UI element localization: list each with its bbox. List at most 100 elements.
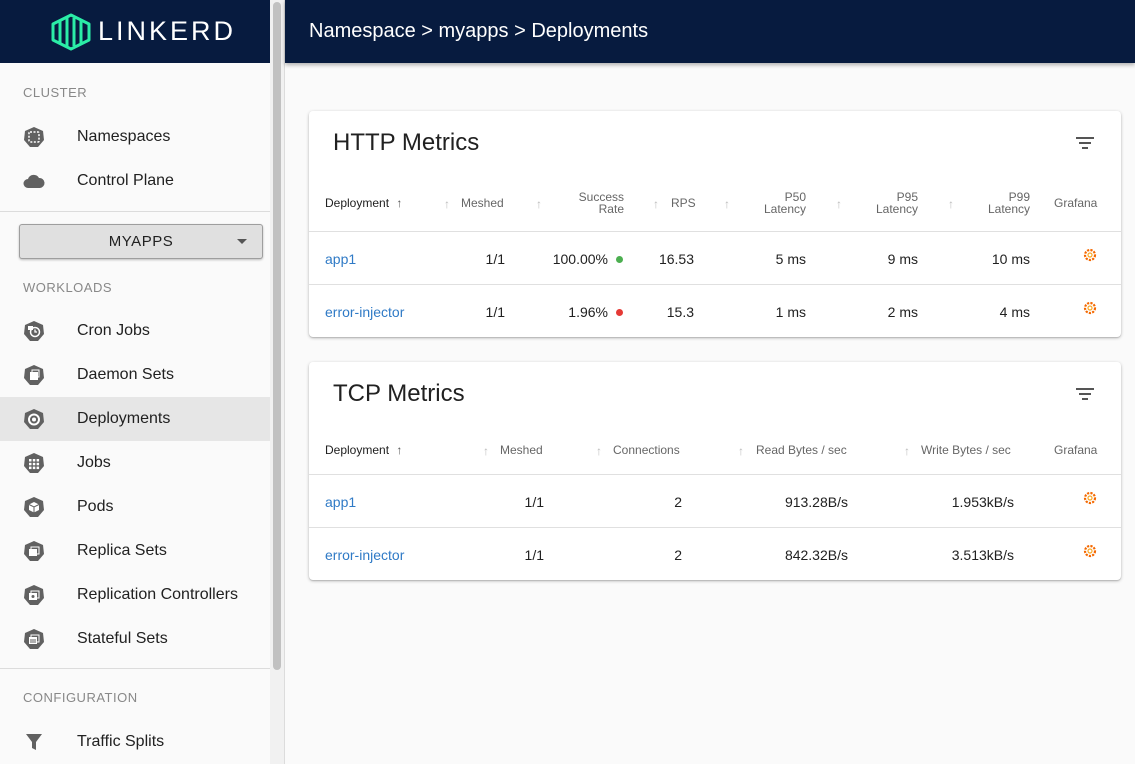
success-rate-cell: 1.96% — [519, 304, 623, 320]
sidebar-item-label: Replica Sets — [77, 542, 167, 559]
sidebar-item-label: Jobs — [77, 454, 111, 471]
status-dot-icon — [616, 255, 623, 263]
sidebar-scrollbar[interactable] — [270, 0, 285, 764]
cron-jobs-icon — [23, 320, 45, 342]
column-header-grafana: Grafana — [1054, 196, 1098, 210]
http-metrics-title: HTTP Metrics — [333, 129, 480, 156]
breadcrumb-deployments: Deployments — [531, 20, 649, 42]
rps-value: 15.3 — [666, 304, 694, 320]
sidebar-item-control-plane[interactable]: Control Plane — [0, 159, 270, 203]
breadcrumb-namespace[interactable]: Namespace — [309, 20, 416, 42]
row-divider — [309, 527, 1121, 528]
configuration-section-label: CONFIGURATION — [23, 690, 138, 705]
daemon-sets-icon — [23, 364, 45, 386]
arrow-up-icon: ↑ — [396, 443, 403, 457]
column-header-meshed[interactable]: Meshed — [500, 444, 543, 456]
arrow-up-icon[interactable]: ↑ — [948, 197, 954, 211]
sidebar-item-label: Deployments — [77, 410, 171, 427]
grafana-icon[interactable] — [1083, 544, 1097, 558]
status-dot-icon — [616, 308, 623, 316]
namespace-select[interactable]: MYAPPS — [19, 224, 263, 259]
p50-value: 5 ms — [775, 251, 806, 267]
row-divider — [309, 474, 1121, 475]
deployment-link[interactable]: error-injector — [325, 547, 404, 563]
meshed-value: 1/1 — [524, 494, 544, 510]
arrow-up-icon[interactable]: ↑ — [444, 197, 450, 211]
sidebar-item-label: Stateful Sets — [77, 630, 168, 647]
meshed-value: 1/1 — [485, 304, 505, 320]
breadcrumb: Namespace > myapps > Deployments — [309, 20, 648, 43]
arrow-up-icon[interactable]: ↑ — [738, 444, 744, 458]
write-bytes-value: 3.513kB/s — [951, 547, 1014, 563]
sidebar-item-daemon-sets[interactable]: Daemon Sets — [0, 353, 270, 397]
filter-icon[interactable] — [1075, 136, 1095, 152]
column-header-label: Deployment — [325, 443, 390, 457]
column-header-p99[interactable]: P99 Latency — [973, 191, 1030, 215]
column-header-write-bytes[interactable]: Write Bytes / sec — [921, 444, 1011, 456]
grafana-icon[interactable] — [1083, 301, 1097, 315]
arrow-up-icon: ↑ — [396, 196, 403, 210]
breadcrumb-myapps[interactable]: myapps — [439, 20, 509, 42]
linkerd-logo-icon — [51, 13, 91, 50]
arrow-up-icon[interactable]: ↑ — [724, 197, 730, 211]
sidebar-scrollbar-thumb[interactable] — [273, 2, 281, 670]
arrow-up-icon[interactable]: ↑ — [596, 444, 602, 458]
deployment-link[interactable]: app1 — [325, 251, 356, 267]
namespace-icon — [23, 126, 45, 148]
sidebar-item-cron-jobs[interactable]: Cron Jobs — [0, 309, 270, 353]
grafana-icon[interactable] — [1083, 248, 1097, 262]
row-divider — [309, 231, 1121, 232]
replica-sets-icon — [23, 540, 45, 562]
column-header-rps[interactable]: RPS — [671, 197, 696, 209]
arrow-up-icon[interactable]: ↑ — [536, 197, 542, 211]
column-header-success-rate[interactable]: Success Rate — [549, 191, 624, 215]
sidebar: LINKERD CLUSTER Namespaces Control Plane… — [0, 0, 270, 764]
arrow-up-icon[interactable]: ↑ — [483, 444, 489, 458]
column-header-grafana: Grafana — [1054, 443, 1098, 457]
sidebar-item-stateful-sets[interactable]: Stateful Sets — [0, 617, 270, 661]
arrow-up-icon[interactable]: ↑ — [653, 197, 659, 211]
column-header-read-bytes[interactable]: Read Bytes / sec — [756, 444, 847, 456]
sidebar-item-replication-controllers[interactable]: Replication Controllers — [0, 573, 270, 617]
row-divider — [309, 284, 1121, 285]
read-bytes-value: 842.32B/s — [784, 547, 848, 563]
p95-value: 9 ms — [887, 251, 918, 267]
brand-name: LINKERD — [98, 16, 237, 46]
p99-value: 10 ms — [991, 251, 1030, 267]
grafana-icon[interactable] — [1083, 491, 1097, 505]
pods-icon — [23, 496, 45, 518]
deployment-link[interactable]: app1 — [325, 494, 356, 510]
cloud-icon — [23, 170, 45, 192]
column-header-label: Deployment — [325, 196, 390, 210]
column-header-p95[interactable]: P95 Latency — [861, 191, 918, 215]
column-header-meshed[interactable]: Meshed — [461, 197, 504, 209]
sidebar-item-replica-sets[interactable]: Replica Sets — [0, 529, 270, 573]
breadcrumb-separator: > — [508, 20, 532, 42]
sidebar-item-pods[interactable]: Pods — [0, 485, 270, 529]
deployment-link[interactable]: error-injector — [325, 304, 404, 320]
sidebar-item-label: Replication Controllers — [77, 586, 238, 603]
column-header-label: Latency — [763, 202, 806, 216]
column-header-deployment[interactable]: Deployment ↑ — [325, 197, 402, 209]
divider — [0, 668, 270, 669]
namespace-select-value: MYAPPS — [108, 233, 174, 250]
meshed-value: 1/1 — [485, 251, 505, 267]
sidebar-item-label: Control Plane — [77, 172, 174, 189]
sidebar-item-jobs[interactable]: Jobs — [0, 441, 270, 485]
deployments-icon — [23, 408, 45, 430]
column-header-connections[interactable]: Connections — [613, 444, 680, 456]
column-header-deployment[interactable]: Deployment ↑ — [325, 444, 402, 456]
sidebar-item-namespaces[interactable]: Namespaces — [0, 115, 270, 159]
sidebar-item-label: Cron Jobs — [77, 322, 150, 339]
filter-icon[interactable] — [1075, 387, 1095, 403]
sidebar-item-traffic-splits[interactable]: Traffic Splits — [0, 720, 270, 764]
column-header-p50[interactable]: P50 Latency — [749, 191, 806, 215]
tcp-metrics-title: TCP Metrics — [333, 380, 465, 407]
sidebar-item-label: Traffic Splits — [77, 733, 165, 750]
sidebar-item-deployments[interactable]: Deployments — [0, 397, 270, 441]
arrow-up-icon[interactable]: ↑ — [836, 197, 842, 211]
divider — [0, 211, 270, 212]
arrow-up-icon[interactable]: ↑ — [904, 444, 910, 458]
logo-bar[interactable]: LINKERD — [0, 0, 270, 63]
rps-value: 16.53 — [658, 251, 694, 267]
